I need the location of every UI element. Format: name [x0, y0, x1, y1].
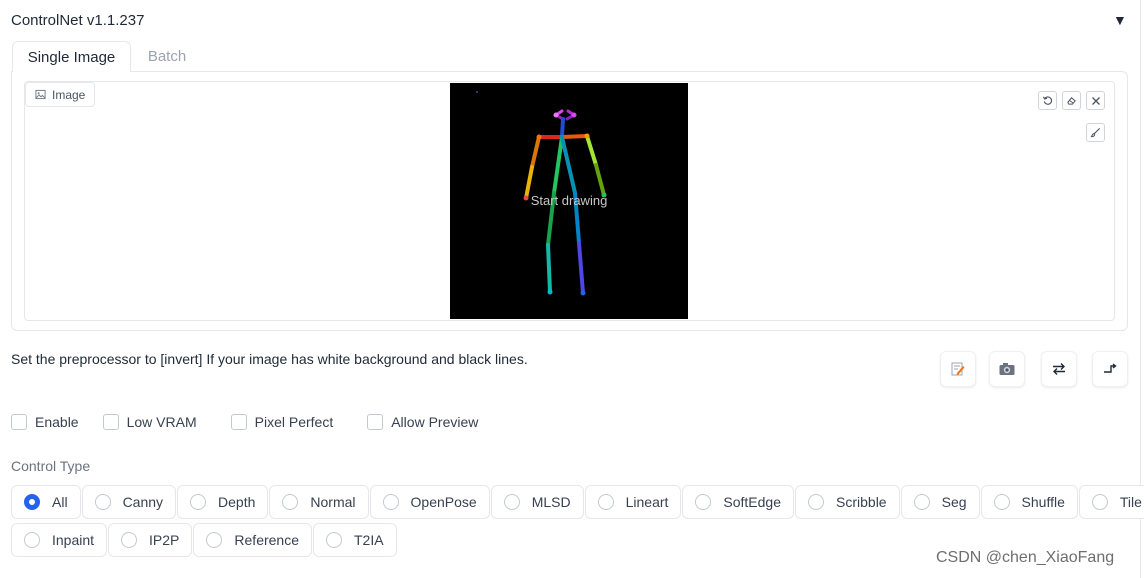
openpose-skeleton-image [476, 91, 607, 296]
low-vram-checkbox-label: Low VRAM [126, 414, 197, 430]
radio-softedge-label: SoftEdge [723, 494, 782, 510]
radio-reference[interactable]: Reference [193, 523, 312, 557]
sketch-canvas[interactable] [450, 83, 688, 319]
collapse-triangle-icon[interactable]: ▼ [1113, 12, 1127, 28]
clear-button[interactable] [1062, 91, 1081, 110]
pixel-perfect-checkbox-box[interactable] [230, 414, 247, 430]
undo-icon [1042, 96, 1053, 105]
image-label-text: Image [52, 87, 86, 102]
radio-normal[interactable]: Normal [269, 485, 369, 519]
radio-all-label: All [52, 494, 68, 510]
radio-inpaint-label: Inpaint [52, 532, 95, 548]
control-type-row-1: All Canny Depth Normal OpenPose MLSD Lin… [11, 485, 1144, 519]
close-icon [1091, 96, 1100, 105]
radio-ip2p[interactable]: IP2P [108, 523, 193, 557]
allow-preview-checkbox-box[interactable] [367, 414, 384, 430]
radio-tile-dot[interactable] [1091, 494, 1108, 510]
radio-inpaint[interactable]: Inpaint [11, 523, 108, 557]
radio-scribble-label: Scribble [836, 494, 887, 510]
radio-shuffle-label: Shuffle [1021, 494, 1065, 510]
radio-scribble[interactable]: Scribble [795, 485, 900, 519]
control-type-row-2: Inpaint IP2P Reference T2IA [11, 523, 398, 557]
radio-seg-label: Seg [941, 494, 967, 510]
radio-openpose-label: OpenPose [410, 494, 477, 510]
radio-t2ia-label: T2IA [354, 532, 384, 548]
eraser-icon [1067, 97, 1076, 105]
radio-tile-label: Tile [1119, 494, 1142, 510]
radio-depth-label: Depth [218, 494, 256, 510]
allow-preview-checkbox[interactable]: Allow Preview [367, 414, 478, 430]
low-vram-checkbox-box[interactable] [102, 414, 119, 430]
edit-document-icon [951, 362, 965, 376]
enable-checkbox[interactable]: Enable [11, 414, 79, 430]
mirror-webcam-button[interactable] [1041, 351, 1077, 387]
camera-icon [999, 363, 1015, 375]
radio-softedge[interactable]: SoftEdge [682, 485, 795, 519]
radio-openpose[interactable]: OpenPose [369, 485, 490, 519]
radio-depth-dot[interactable] [190, 494, 207, 510]
radio-t2ia-dot[interactable] [326, 532, 342, 548]
radio-canny-dot[interactable] [94, 494, 111, 510]
radio-mlsd-dot[interactable] [503, 494, 520, 510]
image-block-label: Image [25, 82, 96, 107]
radio-ip2p-label: IP2P [149, 532, 180, 548]
preprocessor-hint: Set the preprocessor to [invert] If your… [11, 351, 528, 367]
radio-normal-dot[interactable] [282, 494, 299, 510]
radio-reference-dot[interactable] [206, 532, 223, 548]
radio-reference-label: Reference [234, 532, 299, 548]
low-vram-checkbox[interactable]: Low VRAM [102, 414, 197, 430]
send-dimensions-button[interactable] [1092, 351, 1128, 387]
radio-seg-dot[interactable] [913, 494, 930, 510]
swap-arrows-icon [1053, 363, 1065, 375]
radio-tile[interactable]: Tile [1078, 485, 1144, 519]
radio-canny-label: Canny [122, 494, 164, 510]
remove-image-button[interactable] [1086, 91, 1105, 110]
brush-icon [1090, 127, 1101, 138]
enable-checkbox-label: Enable [35, 414, 79, 430]
brush-button[interactable] [1086, 123, 1105, 142]
radio-mlsd-label: MLSD [531, 494, 571, 510]
radio-depth[interactable]: Depth [177, 485, 269, 519]
radio-all[interactable]: All [11, 485, 81, 519]
radio-softedge-dot[interactable] [695, 494, 712, 510]
radio-shuffle[interactable]: Shuffle [980, 485, 1078, 519]
radio-canny[interactable]: Canny [81, 485, 177, 519]
enable-webcam-button[interactable] [989, 351, 1025, 387]
radio-mlsd[interactable]: MLSD [490, 485, 584, 519]
image-icon [35, 89, 46, 100]
radio-all-dot[interactable] [24, 494, 40, 510]
tab-batch[interactable]: Batch [131, 41, 203, 72]
radio-openpose-dot[interactable] [382, 494, 399, 510]
pixel-perfect-checkbox[interactable]: Pixel Perfect [230, 414, 334, 430]
send-arrow-icon [1104, 363, 1117, 373]
enable-checkbox-box[interactable] [11, 414, 27, 430]
tab-single-image[interactable]: Single Image [12, 41, 131, 72]
options-row: Enable Low VRAM Pixel Perfect Allow Prev… [11, 414, 478, 430]
radio-t2ia[interactable]: T2IA [313, 523, 397, 557]
radio-scribble-dot[interactable] [808, 494, 825, 510]
allow-preview-checkbox-label: Allow Preview [391, 414, 479, 430]
radio-lineart[interactable]: Lineart [584, 485, 682, 519]
open-new-canvas-button[interactable] [940, 351, 976, 387]
radio-normal-label: Normal [310, 494, 356, 510]
watermark: CSDN @chen_XiaoFang [936, 549, 1115, 566]
pixel-perfect-checkbox-label: Pixel Perfect [254, 414, 334, 430]
control-type-label: Control Type [11, 458, 91, 474]
radio-lineart-label: Lineart [625, 494, 669, 510]
radio-inpaint-dot[interactable] [24, 532, 40, 548]
undo-button[interactable] [1038, 91, 1057, 110]
accordion-title[interactable]: ControlNet v1.1.237 [11, 12, 144, 29]
radio-shuffle-dot[interactable] [993, 494, 1010, 510]
radio-seg[interactable]: Seg [900, 485, 980, 519]
radio-ip2p-dot[interactable] [121, 532, 138, 548]
radio-lineart-dot[interactable] [597, 494, 614, 510]
